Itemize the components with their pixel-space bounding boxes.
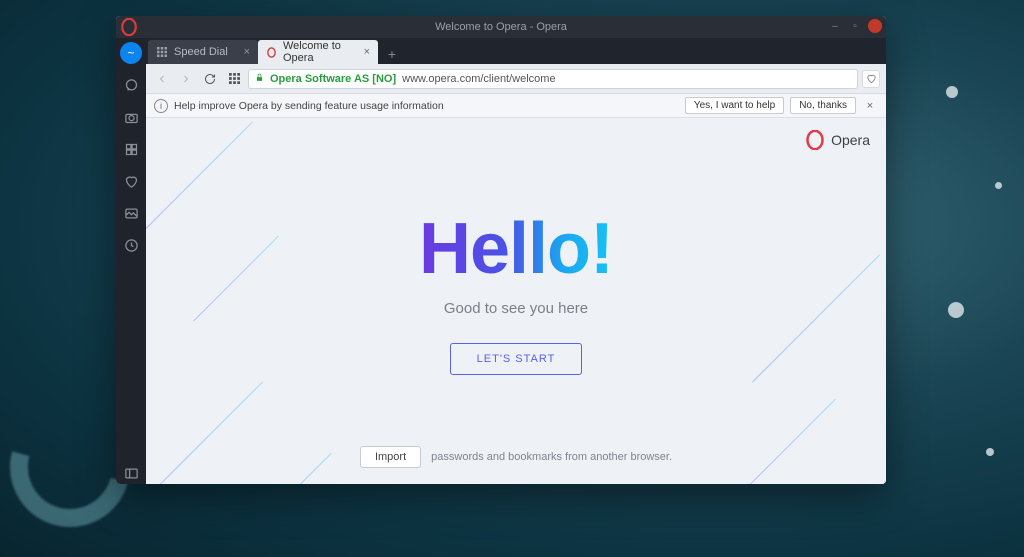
opera-logo-icon — [266, 46, 277, 58]
back-button[interactable] — [152, 69, 172, 89]
import-button[interactable]: Import — [360, 446, 421, 468]
new-tab-button[interactable]: + — [380, 44, 404, 64]
address-bar[interactable]: Opera Software AS [NO] www.opera.com/cli… — [248, 69, 858, 89]
sidebar: ~ — [116, 38, 146, 484]
subheadline: Good to see you here — [444, 300, 588, 317]
decorative-line — [193, 236, 279, 322]
info-close-icon[interactable]: × — [862, 98, 878, 114]
history-icon[interactable] — [120, 234, 142, 256]
camera-icon[interactable] — [120, 106, 142, 128]
info-bar: i Help improve Opera by sending feature … — [146, 94, 886, 118]
reload-button[interactable] — [200, 69, 220, 89]
panel-toggle-icon[interactable] — [120, 462, 142, 484]
wallpaper-dot — [995, 182, 1002, 189]
decorative-line — [146, 122, 253, 236]
browser-window: Welcome to Opera - Opera – ▫ ~ — [116, 16, 886, 484]
toolbar: Opera Software AS [NO] www.opera.com/cli… — [146, 64, 886, 94]
close-button[interactable] — [868, 19, 882, 33]
brand-text: Opera — [831, 132, 870, 148]
wallpaper-dot — [986, 448, 994, 456]
brand-logo: Opera — [805, 130, 870, 150]
info-icon: i — [154, 99, 168, 113]
window-title: Welcome to Opera - Opera — [435, 21, 567, 33]
wallpaper-dot — [948, 302, 964, 318]
heart-icon[interactable] — [120, 170, 142, 192]
lock-icon — [255, 73, 264, 85]
home-button[interactable] — [224, 69, 244, 89]
forward-button[interactable] — [176, 69, 196, 89]
page-content: Opera Hello! Good to see you here LET'S … — [146, 118, 886, 484]
decorative-line — [736, 399, 836, 484]
decorative-line — [149, 382, 263, 484]
grid-icon — [156, 46, 168, 58]
tab-welcome[interactable]: Welcome to Opera × — [258, 40, 378, 64]
tab-strip: Speed Dial × Welcome to Opera × + — [146, 38, 886, 64]
certificate-label: Opera Software AS [NO] — [270, 73, 396, 85]
titlebar[interactable]: Welcome to Opera - Opera – ▫ — [116, 16, 886, 38]
messenger-icon[interactable]: ~ — [120, 42, 142, 64]
headline: Hello! — [419, 208, 613, 290]
decorative-line — [752, 255, 880, 383]
bookmark-button[interactable] — [862, 70, 880, 88]
url-text: www.opera.com/client/welcome — [402, 73, 555, 85]
tab-close-icon[interactable]: × — [364, 46, 370, 58]
maximize-button[interactable]: ▫ — [848, 19, 862, 33]
help-decline-button[interactable]: No, thanks — [790, 97, 856, 114]
help-accept-button[interactable]: Yes, I want to help — [685, 97, 784, 114]
tab-close-icon[interactable]: × — [244, 46, 250, 58]
info-message: Help improve Opera by sending feature us… — [174, 100, 444, 112]
import-footer: Import passwords and bookmarks from anot… — [146, 446, 886, 468]
gallery-icon[interactable] — [120, 202, 142, 224]
tab-label: Welcome to Opera — [283, 40, 358, 64]
news-icon[interactable] — [120, 138, 142, 160]
import-hint: passwords and bookmarks from another bro… — [431, 451, 672, 463]
tab-label: Speed Dial — [174, 46, 228, 58]
tab-speed-dial[interactable]: Speed Dial × — [148, 40, 258, 64]
opera-logo-icon — [120, 18, 138, 36]
wallpaper-dot — [946, 86, 958, 98]
lets-start-button[interactable]: LET'S START — [450, 343, 583, 375]
minimize-button[interactable]: – — [828, 19, 842, 33]
whatsapp-icon[interactable] — [120, 74, 142, 96]
